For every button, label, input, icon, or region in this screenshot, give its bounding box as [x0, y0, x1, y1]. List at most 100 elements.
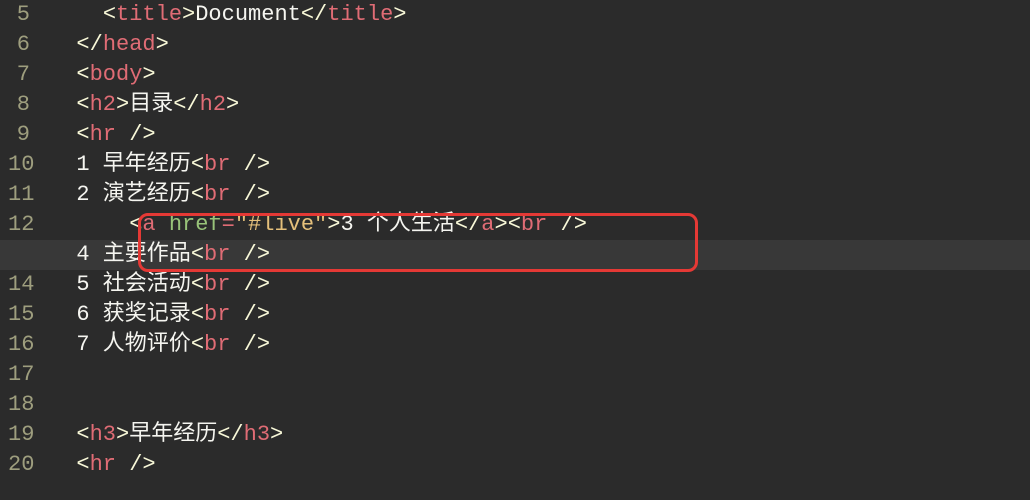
token-text	[156, 212, 169, 237]
line-number: 5	[8, 0, 30, 30]
line-number: 8	[8, 90, 30, 120]
token-text: 目录	[129, 92, 173, 117]
token-bracket: />	[244, 182, 270, 207]
token-text	[230, 272, 243, 297]
token-bracket: >	[116, 422, 129, 447]
token-bracket: </	[76, 32, 102, 57]
line-number: 17	[8, 360, 30, 390]
token-tag: h2	[90, 92, 116, 117]
token-text: 6 获奖记录	[76, 302, 190, 327]
token-bracket: <	[508, 212, 521, 237]
line-number: 6	[8, 30, 30, 60]
token-bracket: <	[191, 302, 204, 327]
token-attr: href	[169, 212, 222, 237]
code-line[interactable]: 7 人物评价<br />	[50, 330, 1030, 360]
token-text: Document	[195, 2, 301, 27]
token-bracket: <	[103, 2, 116, 27]
code-line[interactable]: <h3>早年经历</h3>	[50, 420, 1030, 450]
token-tag: title	[327, 2, 393, 27]
code-line[interactable]: 1 早年经历<br />	[50, 150, 1030, 180]
token-bracket: <	[76, 422, 89, 447]
token-bracket: <	[191, 182, 204, 207]
token-tag: br	[204, 182, 230, 207]
token-text	[230, 152, 243, 177]
code-line[interactable]: <hr />	[50, 450, 1030, 480]
line-number: 11	[8, 180, 30, 210]
line-number: 14	[8, 270, 30, 300]
token-tag: br	[204, 242, 230, 267]
token-bracket: >	[226, 92, 239, 117]
token-text	[116, 452, 129, 477]
token-bracket: </	[301, 2, 327, 27]
code-line[interactable]: 2 演艺经历<br />	[50, 180, 1030, 210]
line-number: 10	[8, 150, 30, 180]
token-text: 4 主要作品	[76, 242, 190, 267]
token-bracket: <	[191, 332, 204, 357]
token-bracket: </	[173, 92, 199, 117]
token-bracket: <	[191, 242, 204, 267]
code-line[interactable]: 5 社会活动<br />	[50, 270, 1030, 300]
token-tag: h3	[244, 422, 270, 447]
code-line[interactable]: <title>Document</title>	[50, 0, 1030, 30]
token-tag: title	[116, 2, 182, 27]
line-number: 18	[8, 390, 30, 420]
token-tag: br	[204, 152, 230, 177]
token-bracket: >	[270, 422, 283, 447]
token-bracket: <	[191, 272, 204, 297]
token-text	[230, 332, 243, 357]
token-tag: a	[142, 212, 155, 237]
token-bracket: </	[455, 212, 481, 237]
token-text: 5 社会活动	[76, 272, 190, 297]
code-editor[interactable]: 567891011121314151617181920 <title>Docum…	[0, 0, 1030, 500]
token-bracket: <	[76, 92, 89, 117]
code-line[interactable]: <body>	[50, 60, 1030, 90]
code-line[interactable]: <a href="#live">3 个人生活</a><br />	[50, 210, 1030, 240]
code-line[interactable]: 6 获奖记录<br />	[50, 300, 1030, 330]
token-tag: br	[204, 272, 230, 297]
token-tag: h3	[90, 422, 116, 447]
token-bracket: />	[244, 302, 270, 327]
token-bracket: />	[129, 452, 155, 477]
token-text	[230, 242, 243, 267]
code-area[interactable]: <title>Document</title> </head> <body> <…	[46, 0, 1030, 500]
token-bracket: <	[76, 122, 89, 147]
token-bracket: <	[76, 452, 89, 477]
token-tag: br	[204, 332, 230, 357]
token-text: 早年经历	[129, 422, 217, 447]
token-bracket: />	[561, 212, 587, 237]
token-bracket: />	[244, 152, 270, 177]
line-number: 7	[8, 60, 30, 90]
token-string: "#live"	[235, 212, 327, 237]
token-bracket: >	[182, 2, 195, 27]
line-number: 16	[8, 330, 30, 360]
token-bracket: >	[156, 32, 169, 57]
line-number: 20	[8, 450, 30, 480]
line-number: 12	[8, 210, 30, 240]
token-bracket: </	[217, 422, 243, 447]
code-line[interactable]: <hr />	[50, 120, 1030, 150]
token-tag: head	[103, 32, 156, 57]
token-tag: hr	[90, 452, 116, 477]
token-bracket: <	[76, 62, 89, 87]
code-line[interactable]: </head>	[50, 30, 1030, 60]
line-number: 19	[8, 420, 30, 450]
code-line[interactable]	[50, 390, 1030, 420]
token-text: 3 个人生活	[340, 212, 454, 237]
token-bracket: />	[244, 332, 270, 357]
token-bracket: />	[244, 272, 270, 297]
token-text: 2 演艺经历	[76, 182, 190, 207]
token-text	[230, 182, 243, 207]
token-bracket: >	[327, 212, 340, 237]
token-bracket: <	[191, 152, 204, 177]
token-text	[116, 122, 129, 147]
token-tag: br	[521, 212, 547, 237]
line-number: 15	[8, 300, 30, 330]
token-tag: h2	[200, 92, 226, 117]
line-number: 9	[8, 120, 30, 150]
token-text: 1 早年经历	[76, 152, 190, 177]
token-tag: br	[204, 302, 230, 327]
code-line[interactable]	[50, 360, 1030, 390]
code-line[interactable]: <h2>目录</h2>	[50, 90, 1030, 120]
token-bracket: >	[116, 92, 129, 117]
token-text	[230, 302, 243, 327]
